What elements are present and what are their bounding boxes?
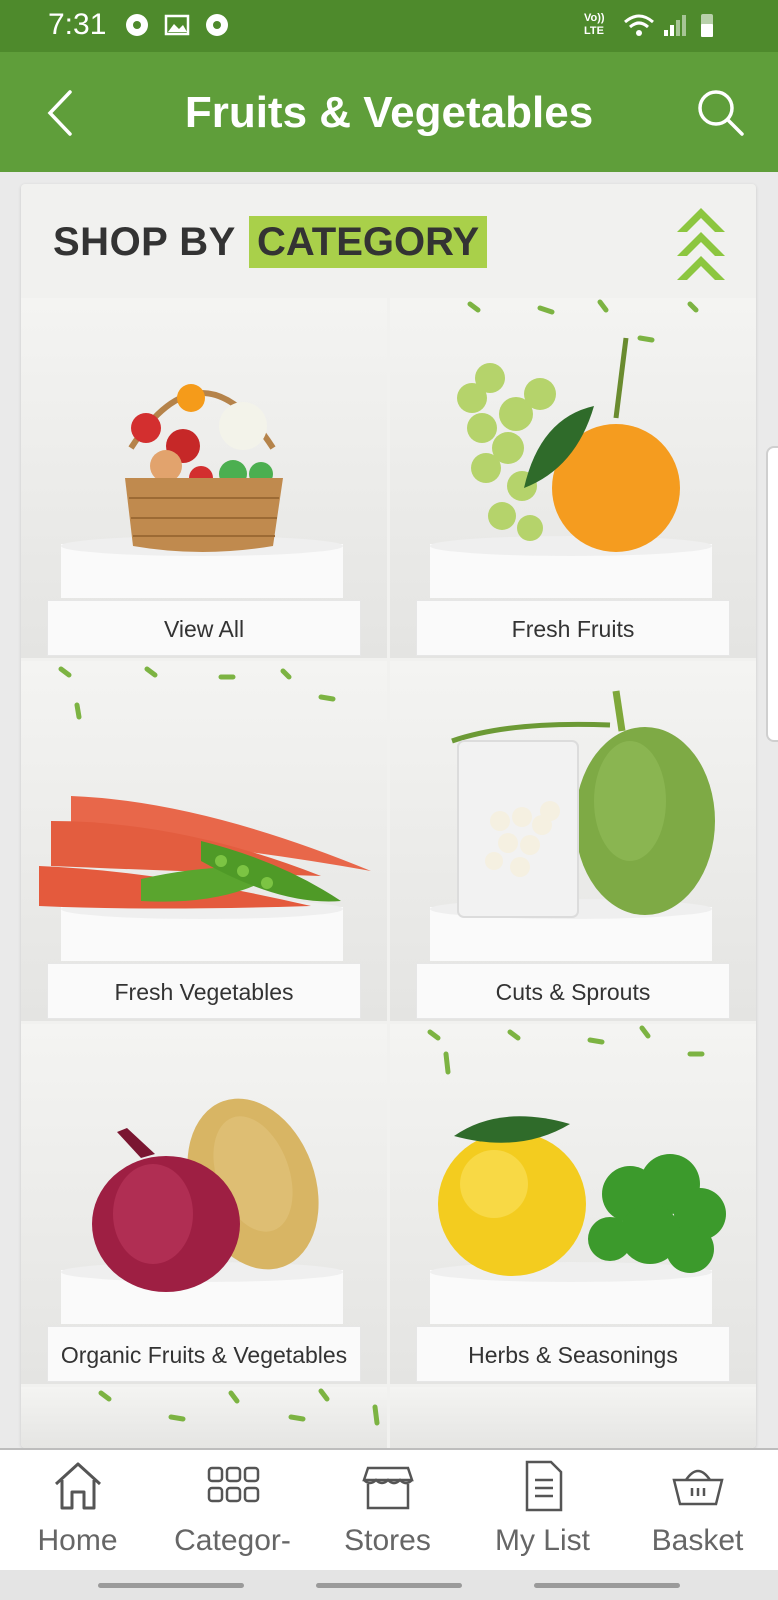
nav-home[interactable]: Home (0, 1450, 155, 1572)
section-title-prefix: SHOP BY (53, 220, 236, 264)
collapse-chevrons-icon[interactable] (673, 202, 729, 284)
category-label: Herbs & Seasonings (416, 1326, 730, 1382)
onion-potato-image (61, 1098, 343, 1324)
basket-icon (671, 1469, 724, 1506)
category-tile-fresh-fruits[interactable]: Fresh Fruits (390, 298, 756, 658)
network-type: Vo)) LTE (584, 12, 605, 37)
nav-label: Basket (651, 1524, 744, 1557)
gesture-bar (0, 1570, 778, 1600)
nav-label: Stores (344, 1524, 431, 1557)
category-tile-view-all[interactable]: View All (21, 298, 387, 658)
bottom-navigation: Home Categor- Stores My List Basket (0, 1448, 778, 1570)
app-bar: Fruits & Vegetables (0, 52, 778, 172)
gesture-handle[interactable] (98, 1583, 244, 1588)
lemon-coriander-image (427, 1025, 726, 1324)
gesture-handle[interactable] (316, 1583, 462, 1588)
category-tile-partial[interactable] (21, 1387, 387, 1448)
nav-label: Categor- (174, 1524, 291, 1557)
category-label: Fresh Fruits (416, 600, 730, 656)
signal-icon (664, 15, 686, 36)
category-tile-partial[interactable] (390, 1387, 756, 1448)
wifi-icon (624, 14, 654, 36)
category-label: View All (47, 600, 361, 656)
chrome-icon (126, 14, 148, 36)
nav-stores[interactable]: Stores (310, 1450, 465, 1572)
nav-label: Home (37, 1524, 118, 1557)
carrots-peas-image (39, 666, 371, 961)
battery-icon (701, 14, 713, 37)
status-bar: 7:31 Vo)) LTE (0, 0, 778, 52)
category-tile-organic[interactable]: Organic Fruits & Vegetables (21, 1024, 387, 1384)
status-time: 7:31 (48, 8, 107, 41)
search-icon[interactable] (694, 86, 746, 138)
coconut-cuts-image (430, 690, 715, 961)
gesture-handle[interactable] (534, 1583, 680, 1588)
category-label: Organic Fruits & Vegetables (47, 1326, 361, 1382)
category-label: Cuts & Sprouts (416, 963, 730, 1019)
category-card: SHOP BY CATEGORY View All Fresh Fruits F… (21, 184, 756, 1448)
side-scroll-tab[interactable] (766, 446, 778, 742)
page-title: Fruits & Vegetables (184, 88, 594, 137)
nav-categories[interactable]: Categor- (155, 1450, 310, 1572)
vegetable-basket-image (61, 384, 343, 598)
category-tile-fresh-vegetables[interactable]: Fresh Vegetables (21, 661, 387, 1021)
chrome-icon (206, 14, 228, 36)
store-icon (361, 1466, 414, 1510)
fruits-image (430, 299, 712, 598)
nav-my-list[interactable]: My List (465, 1450, 620, 1572)
section-header: SHOP BY CATEGORY (21, 184, 756, 298)
categories-grid-icon (207, 1466, 259, 1503)
category-label: Fresh Vegetables (47, 963, 361, 1019)
home-icon (54, 1462, 101, 1510)
gallery-icon (164, 14, 190, 36)
category-tile-cuts-sprouts[interactable]: Cuts & Sprouts (390, 661, 756, 1021)
leaves-decoration (98, 1388, 380, 1426)
nav-label: My List (494, 1524, 590, 1557)
category-tile-herbs[interactable]: Herbs & Seasonings (390, 1024, 756, 1384)
list-icon (525, 1460, 562, 1512)
section-title-highlight: CATEGORY (249, 216, 488, 268)
nav-basket[interactable]: Basket (620, 1450, 775, 1572)
